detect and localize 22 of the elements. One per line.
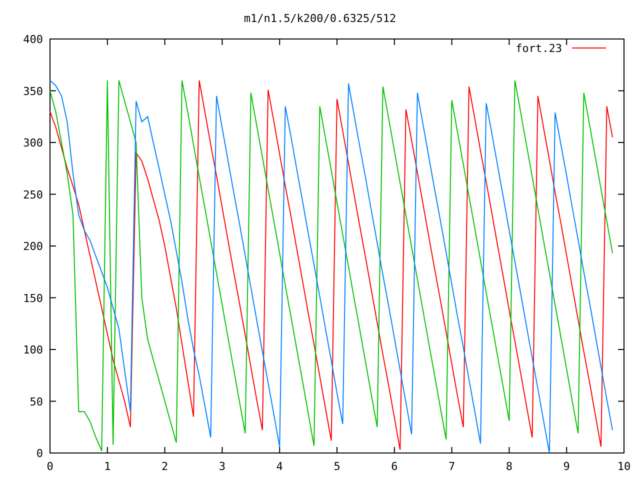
x-tick-label: 7 — [448, 460, 456, 473]
x-tick-label: 0 — [46, 460, 54, 473]
x-tick-label: 9 — [563, 460, 570, 473]
chart-title: m1/n1.5/k200/0.6325/512 — [244, 12, 396, 25]
legend-label: fort.23 — [516, 42, 562, 55]
x-tick-label: 3 — [218, 460, 226, 473]
y-tick-label: 100 — [23, 344, 43, 356]
y-tick-label: 250 — [23, 188, 43, 202]
x-tick-label: 4 — [276, 460, 283, 473]
x-tick-label: 8 — [506, 460, 513, 473]
x-tick-label: 10 — [617, 460, 631, 473]
x-tick-label: 1 — [104, 460, 111, 473]
x-tick-label: 5 — [334, 460, 340, 473]
y-tick-label: 350 — [23, 84, 43, 98]
y-tick-label: 400 — [23, 33, 43, 46]
y-tick-label: 0 — [36, 447, 43, 460]
x-tick-label: 2 — [162, 460, 168, 473]
y-tick-label: 50 — [30, 395, 43, 408]
y-tick-label: 300 — [23, 136, 43, 150]
y-tick-label: 200 — [23, 240, 43, 253]
y-tick-label: 150 — [23, 292, 43, 305]
x-tick-label: 6 — [391, 460, 398, 473]
